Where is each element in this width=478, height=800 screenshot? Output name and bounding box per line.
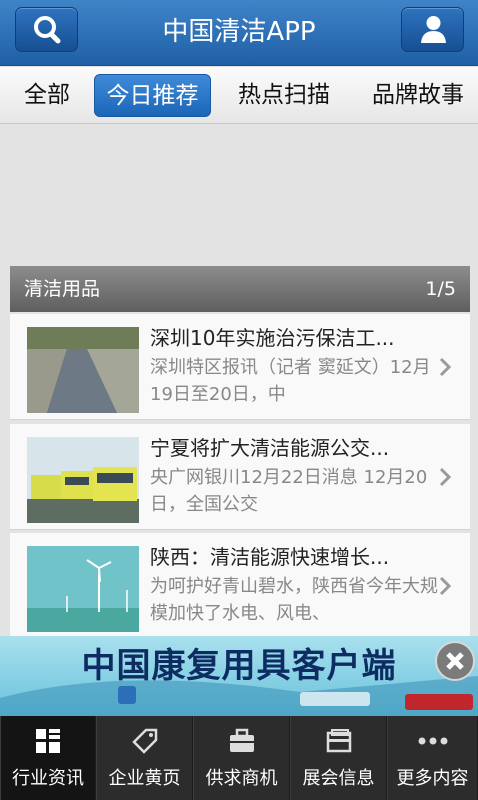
page-indicator: 1/5 <box>425 278 456 300</box>
section-header: 清洁用品 1/5 <box>10 266 470 312</box>
more-icon <box>418 737 447 745</box>
app-screen: 中国清洁APP 全部 今日推荐 热点扫描 品牌故事 清洁用品 1/5 深圳10年… <box>0 0 478 800</box>
briefcase-icon <box>229 728 254 752</box>
news-thumbnail <box>27 546 139 632</box>
chevron-right-icon <box>439 467 452 487</box>
ad-close-button[interactable] <box>435 641 475 681</box>
news-item[interactable]: 陕西：清洁能源快速增长... 为呵护好青山碧水，陕西省今年大规模加快了水电、风电… <box>10 533 470 639</box>
category-tabs: 全部 今日推荐 热点扫描 品牌故事 <box>0 67 478 124</box>
tab-brand-story[interactable]: 品牌故事 <box>361 74 475 117</box>
nav-item-supply-demand[interactable]: 供求商机 <box>193 716 290 800</box>
news-title: 宁夏将扩大清洁能源公交... <box>150 436 390 460</box>
ad-graphic <box>0 676 478 716</box>
news-summary: 深圳特区报讯（记者 窦延文）12月19日至20日，中 <box>150 357 431 405</box>
tab-today-recommend[interactable]: 今日推荐 <box>94 74 211 117</box>
nav-item-yellow-pages[interactable]: 企业黄页 <box>96 716 193 800</box>
news-summary: 为呵护好青山碧水，陕西省今年大规模加快了水电、风电、 <box>150 576 438 624</box>
grid-icon <box>36 729 60 753</box>
news-item[interactable]: 宁夏将扩大清洁能源公交... 央广网银川12月22日消息 12月20日，全国公交 <box>10 424 470 530</box>
news-thumbnail <box>27 327 139 413</box>
nav-item-exhibition[interactable]: 展会信息 <box>290 716 387 800</box>
tab-all[interactable]: 全部 <box>14 74 80 117</box>
nav-item-more[interactable]: 更多内容 <box>387 716 478 800</box>
banner-area <box>0 125 478 265</box>
chevron-right-icon <box>439 576 452 596</box>
section-title: 清洁用品 <box>24 278 101 300</box>
folder-icon <box>326 729 351 753</box>
nav-label: 更多内容 <box>396 768 469 789</box>
user-icon <box>421 16 446 43</box>
tab-hot-scan[interactable]: 热点扫描 <box>228 74 340 117</box>
chevron-right-icon <box>439 357 452 377</box>
news-summary: 央广网银川12月22日消息 12月20日，全国公交 <box>150 467 428 515</box>
nav-label: 供求商机 <box>205 768 278 789</box>
close-icon <box>446 652 464 670</box>
header-bar: 中国清洁APP <box>0 0 478 66</box>
tag-icon <box>131 728 157 754</box>
nav-label: 行业资讯 <box>12 768 84 789</box>
ad-banner[interactable]: 中国康复用具客户端 <box>0 636 478 716</box>
user-button[interactable] <box>401 7 464 52</box>
nav-label: 展会信息 <box>302 768 375 789</box>
news-title: 深圳10年实施治污保洁工... <box>150 326 395 350</box>
bottom-nav: 行业资讯 企业黄页 供求商机 展会信息 更多内容 <box>0 716 478 800</box>
news-title: 陕西：清洁能源快速增长... <box>150 545 390 569</box>
news-item[interactable]: 深圳10年实施治污保洁工... 深圳特区报讯（记者 窦延文）12月19日至20日… <box>10 314 470 420</box>
news-thumbnail <box>27 437 139 523</box>
nav-item-industry-news[interactable]: 行业资讯 <box>0 716 96 800</box>
nav-label: 企业黄页 <box>108 768 181 789</box>
